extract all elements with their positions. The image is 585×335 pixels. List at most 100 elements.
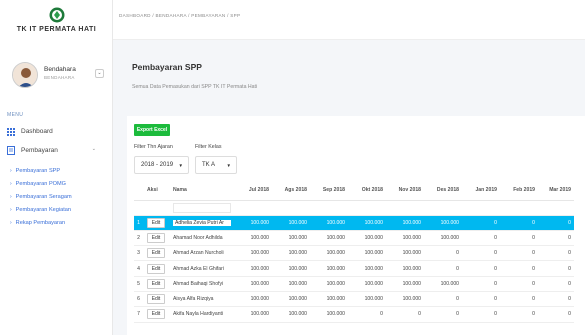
payment-cell[interactable]: 100.000	[386, 230, 424, 247]
user-menu-toggle[interactable]: ⌄	[95, 69, 104, 78]
payment-cell[interactable]: 100.000	[386, 260, 424, 277]
payment-cell[interactable]: 0	[500, 306, 538, 323]
payment-cell[interactable]: 100.000	[348, 215, 386, 231]
payment-cell[interactable]: 0	[500, 230, 538, 247]
avatar[interactable]	[12, 62, 38, 88]
payment-cell[interactable]: 100.000	[234, 276, 272, 292]
payment-cell[interactable]: 100.000	[234, 291, 272, 308]
payment-cell[interactable]: 0	[348, 306, 386, 323]
payment-cell[interactable]: 100.000	[310, 276, 348, 292]
sidebar-subitem-pomg[interactable]: › Pembayaran POMG	[10, 181, 66, 187]
payment-cell[interactable]: 100.000	[348, 260, 386, 277]
payment-cell[interactable]: 0	[538, 260, 574, 277]
column-header[interactable]: Jan 2019	[462, 180, 500, 201]
payment-cell[interactable]: 0	[500, 276, 538, 292]
column-header[interactable]: Nama	[170, 180, 234, 201]
payment-cell[interactable]: 100.000	[386, 291, 424, 308]
payment-cell[interactable]: 100.000	[424, 215, 462, 231]
table-row[interactable]: 5 Edit Ahmad Baihaqi Shofyi 100.000 100.000 1…	[134, 276, 574, 292]
sidebar-subitem-kegiatan[interactable]: › Pembayaran Kegiatan	[10, 207, 71, 213]
sidebar-subitem-rekap[interactable]: › Rekap Pembayaran	[10, 220, 65, 226]
column-header[interactable]: Des 2018	[424, 180, 462, 201]
filter-class-select[interactable]: TK A ▼	[195, 156, 237, 174]
payment-cell[interactable]: 0	[462, 230, 500, 247]
column-header[interactable]: Feb 2019	[500, 180, 538, 201]
sidebar-item-pembayaran[interactable]: Pembayaran ⌄	[6, 145, 106, 156]
table-row[interactable]: 1 Edit Adhelia Zevia Putri Ar 100.000 100.00…	[134, 215, 574, 231]
payment-cell[interactable]: 100.000	[234, 306, 272, 323]
payment-cell[interactable]: 0	[462, 306, 500, 323]
payment-cell[interactable]: 100.000	[310, 291, 348, 308]
payment-cell[interactable]: 100.000	[348, 245, 386, 262]
sidebar-item-dashboard[interactable]: Dashboard	[6, 126, 106, 137]
sidebar-subitem-spp[interactable]: › Pembayaran SPP	[10, 168, 60, 174]
column-header[interactable]: Mar 2019	[538, 180, 574, 201]
edit-button[interactable]: Edit	[147, 263, 165, 274]
payment-cell[interactable]: 0	[538, 276, 574, 292]
payment-cell[interactable]: 0	[538, 291, 574, 308]
payment-cell[interactable]: 0	[500, 291, 538, 308]
payment-cell[interactable]: 100.000	[310, 260, 348, 277]
payment-cell[interactable]: 100.000	[234, 215, 272, 231]
filter-year-select[interactable]: 2018 - 2019 ▼	[134, 156, 189, 174]
payment-cell[interactable]: 0	[462, 276, 500, 292]
payment-cell[interactable]: 0	[462, 260, 500, 277]
table-row[interactable]: 3 Edit Ahmad Arzan Nurcholi 100.000 100.000 1…	[134, 245, 574, 262]
edit-button[interactable]: Edit	[147, 248, 165, 259]
sidebar-subitem-seragam[interactable]: › Pembayaran Seragam	[10, 194, 72, 200]
column-header[interactable]: Aksi	[144, 180, 170, 201]
column-header[interactable]: Jul 2018	[234, 180, 272, 201]
payment-cell[interactable]: 0	[538, 230, 574, 247]
table-row[interactable]: 2 Edit Ahamad Noor Adhilda 100.000 100.000 10…	[134, 230, 574, 247]
table-row[interactable]: 6 Edit Aisya Alfa Rizqiya 100.000 100.000 100…	[134, 291, 574, 308]
payment-cell[interactable]: 0	[500, 245, 538, 262]
payment-cell[interactable]: 100.000	[272, 230, 310, 247]
edit-button[interactable]: Edit	[147, 309, 165, 320]
edit-button[interactable]: Edit	[147, 232, 165, 243]
payment-cell[interactable]: 0	[386, 306, 424, 323]
payment-cell[interactable]: 100.000	[272, 291, 310, 308]
payment-cell[interactable]: 100.000	[424, 276, 462, 292]
name-filter-input[interactable]	[170, 200, 234, 216]
payment-cell[interactable]: 0	[424, 291, 462, 308]
payment-cell[interactable]: 100.000	[310, 215, 348, 231]
payment-cell[interactable]: 100.000	[348, 291, 386, 308]
edit-button[interactable]: Edit	[147, 217, 165, 228]
payment-cell[interactable]: 100.000	[386, 276, 424, 292]
column-header[interactable]: Nov 2018	[386, 180, 424, 201]
payment-cell[interactable]: 0	[424, 306, 462, 323]
payment-cell[interactable]: 0	[462, 245, 500, 262]
payment-cell[interactable]: 100.000	[348, 230, 386, 247]
column-header[interactable]: Okt 2018	[348, 180, 386, 201]
payment-cell[interactable]: 100.000	[348, 276, 386, 292]
payment-cell[interactable]: 100.000	[272, 215, 310, 231]
payment-cell[interactable]: 100.000	[386, 215, 424, 231]
payment-cell[interactable]: 100.000	[272, 306, 310, 323]
payment-cell[interactable]: 100.000	[386, 245, 424, 262]
payment-cell[interactable]: 100.000	[272, 276, 310, 292]
edit-button[interactable]: Edit	[147, 294, 165, 305]
export-excel-button[interactable]: Export Excel	[134, 124, 170, 136]
app-logo[interactable]: TK IT PERMATA HATI	[0, 7, 113, 33]
column-header[interactable]: Ags 2018	[272, 180, 310, 201]
payment-cell[interactable]: 0	[462, 291, 500, 308]
payment-cell[interactable]: 100.000	[234, 260, 272, 277]
table-row[interactable]: 7 Edit Akifa Nayla Hardiyanti 100.000 100.00…	[134, 306, 574, 323]
payment-cell[interactable]: 0	[538, 306, 574, 323]
payment-cell[interactable]: 0	[424, 245, 462, 262]
payment-cell[interactable]: 100.000	[424, 230, 462, 247]
payment-cell[interactable]: 100.000	[310, 306, 348, 323]
payment-cell[interactable]: 100.000	[310, 245, 348, 262]
payment-cell[interactable]: 0	[500, 260, 538, 277]
payment-cell[interactable]: 0	[538, 215, 574, 231]
payment-cell[interactable]: 100.000	[272, 260, 310, 277]
payment-cell[interactable]: 0	[424, 260, 462, 277]
payment-cell[interactable]: 0	[462, 215, 500, 231]
payment-cell[interactable]: 0	[500, 215, 538, 231]
breadcrumb[interactable]: DASHBOARD / BENDAHARA / PEMBAYARAN / SPP	[119, 13, 240, 18]
column-header[interactable]: Sep 2018	[310, 180, 348, 201]
payment-cell[interactable]: 100.000	[234, 230, 272, 247]
payment-cell[interactable]: 100.000	[234, 245, 272, 262]
payment-cell[interactable]: 0	[538, 245, 574, 262]
edit-button[interactable]: Edit	[147, 278, 165, 289]
